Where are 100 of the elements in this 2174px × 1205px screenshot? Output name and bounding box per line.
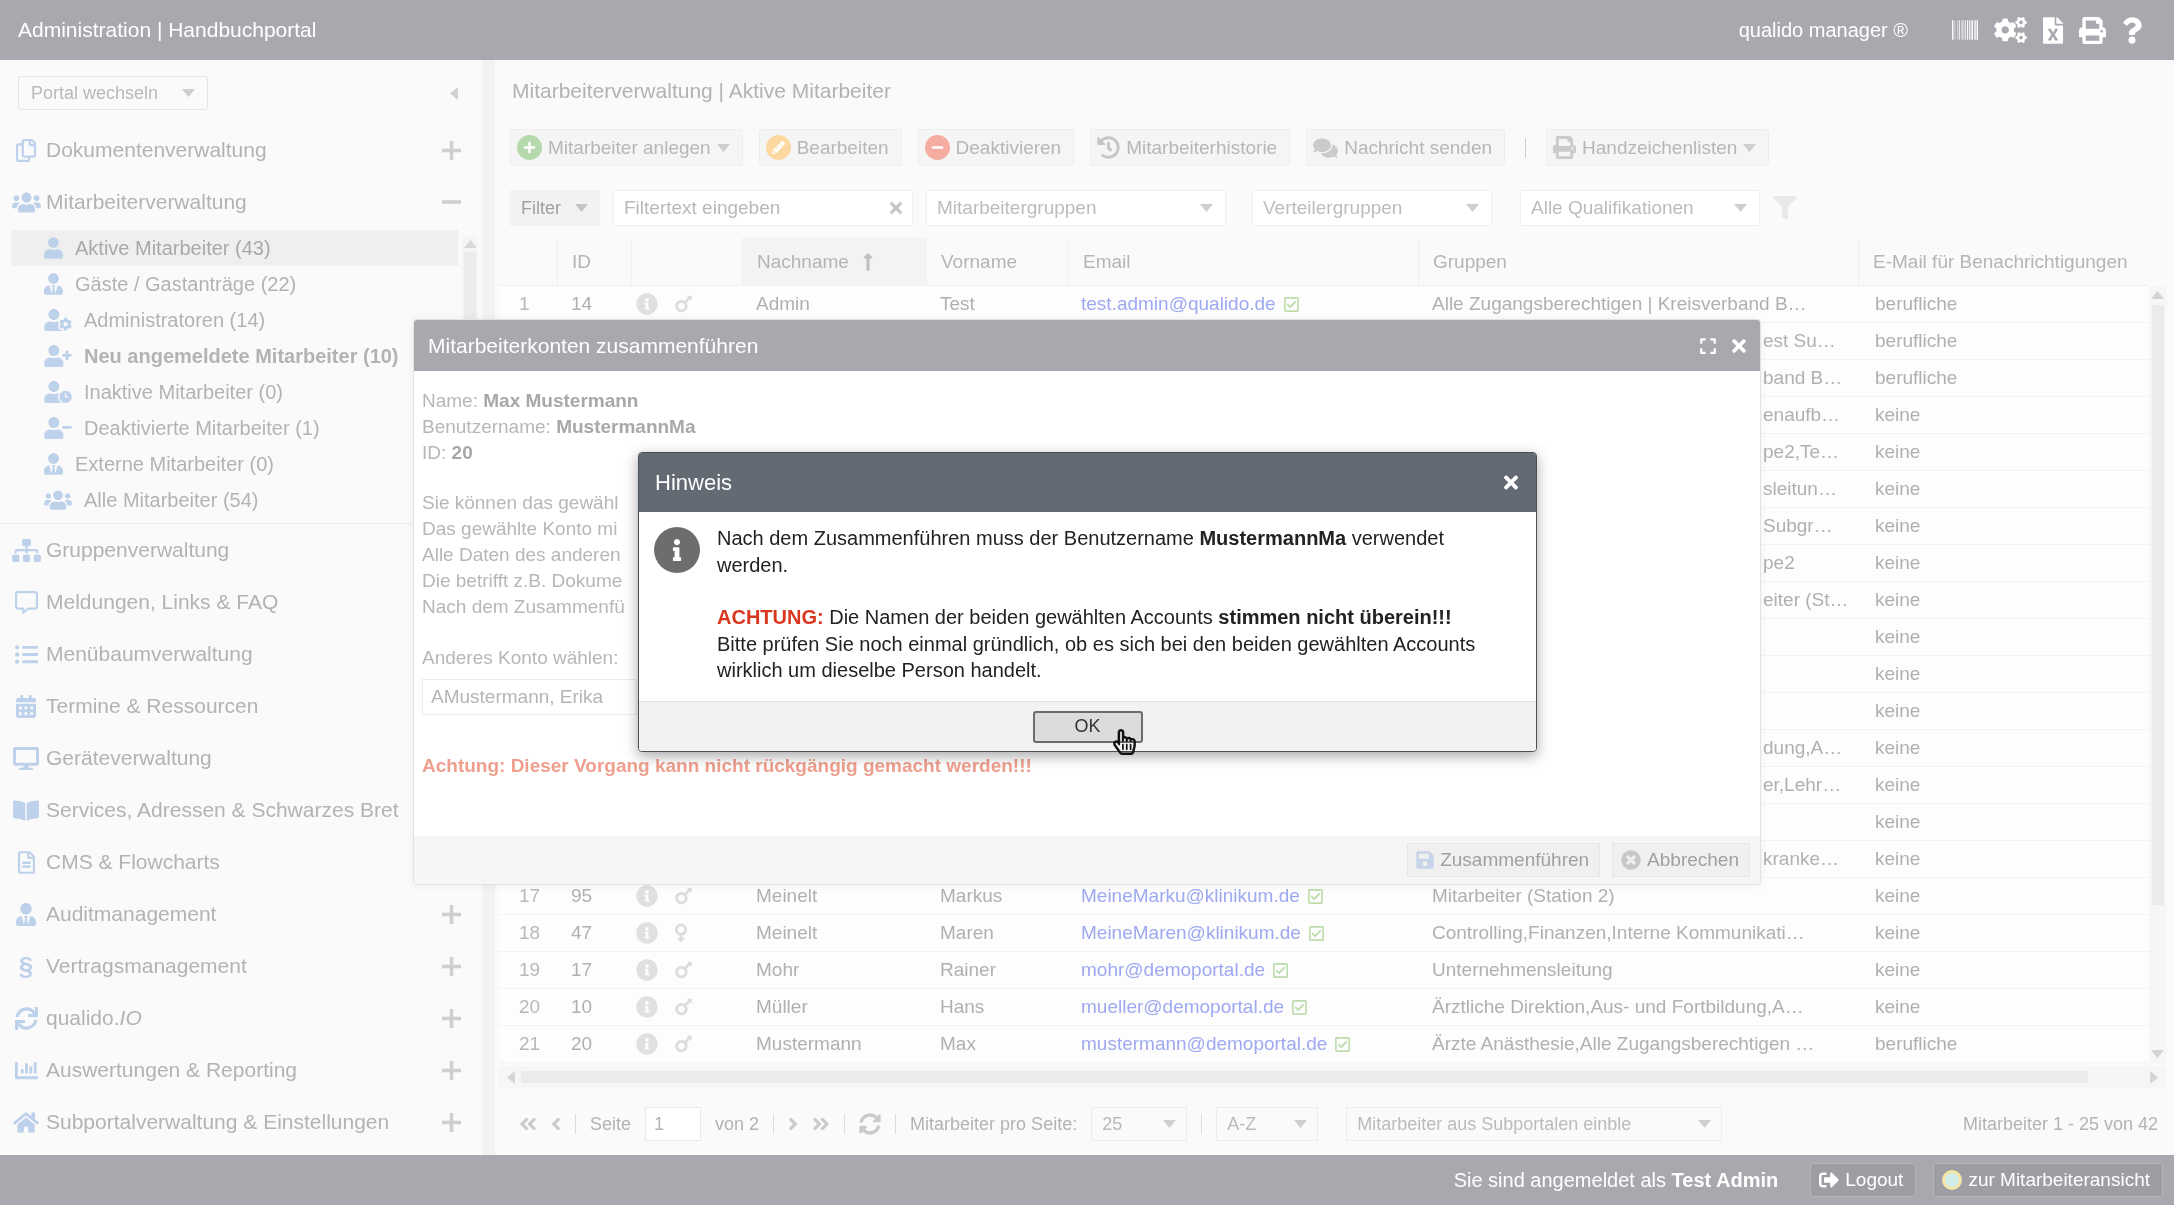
help-icon[interactable]: [2122, 16, 2142, 44]
toolbar-button[interactable]: Mitarbeiterhistorie: [1090, 129, 1291, 166]
barcode-icon[interactable]: [1952, 17, 1978, 43]
sidebar-item[interactable]: Meldungen, Links & FAQ: [46, 590, 279, 614]
row-number: 20: [519, 996, 541, 1018]
field-label: Anderes Konto wählen:: [422, 646, 619, 670]
filter-dropdown[interactable]: Verteilergruppen: [1252, 190, 1492, 226]
footer-button[interactable]: Logout: [1810, 1163, 1917, 1197]
email-link[interactable]: MeineMaren@klinikum.de: [1081, 922, 1301, 944]
filter-dropdown[interactable]: Filter: [509, 190, 600, 226]
ok-button[interactable]: OK: [1032, 710, 1143, 743]
scroll-right-icon[interactable]: [2150, 1070, 2158, 1084]
table-cell: sleitun…: [1763, 478, 1837, 500]
refresh-icon[interactable]: [859, 1113, 882, 1135]
sidebar-item[interactable]: Vertragsmanagement: [46, 954, 247, 978]
toolbar-button[interactable]: Handzeichenlisten: [1546, 129, 1770, 166]
scrollbar-thumb[interactable]: [464, 252, 476, 321]
table-cell: dung,A…: [1763, 737, 1843, 759]
column-header[interactable]: E-Mail für Benachrichtigungen: [1858, 238, 2149, 285]
collapse-icon[interactable]: [450, 86, 458, 100]
sidebar-item[interactable]: Subportalverwaltung & Einstellungen: [46, 1110, 390, 1134]
sidebar-item[interactable]: Termine & Ressourcen: [46, 694, 259, 718]
sidebar-item[interactable]: CMS & Flowcharts: [46, 850, 220, 874]
plus-icon[interactable]: [442, 140, 461, 160]
table-cell: Controlling,Finanzen,Interne Kommunikati…: [1432, 922, 1805, 944]
column-header[interactable]: Nachname: [742, 238, 926, 285]
sidebar-item[interactable]: Dokumentenverwaltung: [46, 138, 267, 162]
sidebar-subitem[interactable]: Deaktivierte Mitarbeiter (1): [11, 410, 330, 446]
sidebar-subitem[interactable]: Gäste / Gastanträge (22): [11, 266, 307, 302]
email-link[interactable]: MeineMarku@klinikum.de: [1081, 885, 1300, 907]
toolbar-button[interactable]: Nachricht senden: [1306, 129, 1506, 166]
plus-icon[interactable]: [442, 904, 461, 924]
table-cell: enaufb…: [1763, 404, 1841, 426]
info-icon[interactable]: [636, 293, 658, 315]
email-link[interactable]: mohr@demoportal.de: [1081, 959, 1266, 981]
column-header[interactable]: Vorname: [926, 238, 1068, 285]
filter-dropdown[interactable]: Mitarbeitergruppen: [926, 190, 1226, 226]
info-icon[interactable]: [636, 996, 658, 1018]
clear-icon[interactable]: [890, 199, 902, 217]
scroll-up-icon[interactable]: [463, 240, 477, 248]
scroll-up-icon[interactable]: [2151, 291, 2164, 299]
subportal-dropdown[interactable]: Mitarbeiter aus Subportalen einble: [1346, 1107, 1723, 1141]
printer-icon[interactable]: [2079, 16, 2106, 44]
toolbar-button[interactable]: Mitarbeiter anlegen: [510, 129, 743, 166]
expand-icon[interactable]: [1700, 336, 1716, 355]
email-link[interactable]: mueller@demoportal.de: [1081, 996, 1285, 1018]
toolbar-button[interactable]: Deaktivieren: [917, 129, 1075, 166]
sidebar-subitem[interactable]: Inaktive Mitarbeiter (0): [11, 374, 293, 410]
column-header[interactable]: ID: [557, 238, 631, 285]
account-field[interactable]: AMustermann, Erika: [422, 679, 637, 715]
filter-dropdown[interactable]: Alle Qualifikationen: [1520, 190, 1760, 226]
row-number: 21: [519, 1033, 541, 1055]
sidebar-subitem[interactable]: Aktive Mitarbeiter (43): [11, 230, 458, 266]
per-page-dropdown[interactable]: 25: [1091, 1107, 1188, 1141]
column-header[interactable]: Email: [1068, 238, 1418, 285]
table-cell: Max: [940, 1033, 976, 1055]
detail-text: ID: 20: [422, 441, 473, 465]
portal-dropdown[interactable]: Portal wechseln: [18, 76, 208, 110]
sort-dropdown[interactable]: A-Z: [1216, 1107, 1319, 1141]
sidebar-subitem[interactable]: Alle Mitarbeiter (54): [11, 482, 269, 518]
sidebar-item[interactable]: Auditmanagement: [46, 902, 217, 926]
sidebar-subitem[interactable]: Neu angemeldete Mitarbeiter (10): [11, 338, 409, 374]
plus-icon[interactable]: [442, 1112, 461, 1132]
plus-icon[interactable]: [442, 1008, 461, 1028]
info-icon[interactable]: [636, 885, 658, 907]
body-text: Das gewählte Konto mi: [422, 517, 618, 541]
sidebar-item[interactable]: qualido.IO: [46, 1006, 142, 1030]
house-icon: [13, 1110, 39, 1134]
sidebar-item[interactable]: Services, Adressen & Schwarzes Bret: [46, 798, 399, 822]
sidebar-subitem[interactable]: Administratoren (14): [11, 302, 276, 338]
dialog-button[interactable]: Abbrechen: [1612, 843, 1750, 877]
scroll-down-icon[interactable]: [2151, 1050, 2164, 1058]
body-text: Die betrifft z.B. Dokume: [422, 569, 623, 593]
sidebar-item[interactable]: Geräteverwaltung: [46, 746, 212, 770]
sidebar-subitem[interactable]: Externe Mitarbeiter (0): [11, 446, 284, 482]
info-icon[interactable]: [636, 922, 658, 944]
sidebar-item[interactable]: Menübaumverwaltung: [46, 642, 253, 666]
dialog-button[interactable]: Zusammenführen: [1407, 843, 1601, 877]
plus-icon[interactable]: [442, 956, 461, 976]
scroll-left-icon[interactable]: [507, 1070, 515, 1084]
email-link[interactable]: test.admin@qualido.de: [1081, 293, 1276, 315]
column-header[interactable]: Gruppen: [1418, 238, 1858, 285]
minus-icon[interactable]: [442, 200, 461, 204]
sidebar-item[interactable]: Mitarbeiterverwaltung: [46, 190, 247, 214]
info-icon[interactable]: [636, 1033, 658, 1055]
info-icon[interactable]: [636, 959, 658, 981]
gears-icon[interactable]: [1994, 17, 2027, 43]
page-label: Seite: [590, 1113, 632, 1135]
spreadsheet-file-icon[interactable]: [2043, 16, 2063, 44]
table-cell: keine: [1875, 737, 1921, 759]
page-field[interactable]: 1: [645, 1107, 702, 1141]
sidebar-item[interactable]: Gruppenverwaltung: [46, 538, 230, 562]
email-link[interactable]: mustermann@demoportal.de: [1081, 1033, 1328, 1055]
footer-button[interactable]: zur Mitarbeiteransicht: [1933, 1163, 2163, 1197]
sidebar-item[interactable]: Auswertungen & Reporting: [46, 1058, 297, 1082]
row-number: 18: [519, 922, 541, 944]
toolbar-button[interactable]: Bearbeiten: [758, 129, 902, 166]
plus-icon[interactable]: [442, 1060, 461, 1080]
user-clock-icon: [44, 381, 72, 403]
search-field[interactable]: Filtertext eingeben: [613, 190, 913, 226]
